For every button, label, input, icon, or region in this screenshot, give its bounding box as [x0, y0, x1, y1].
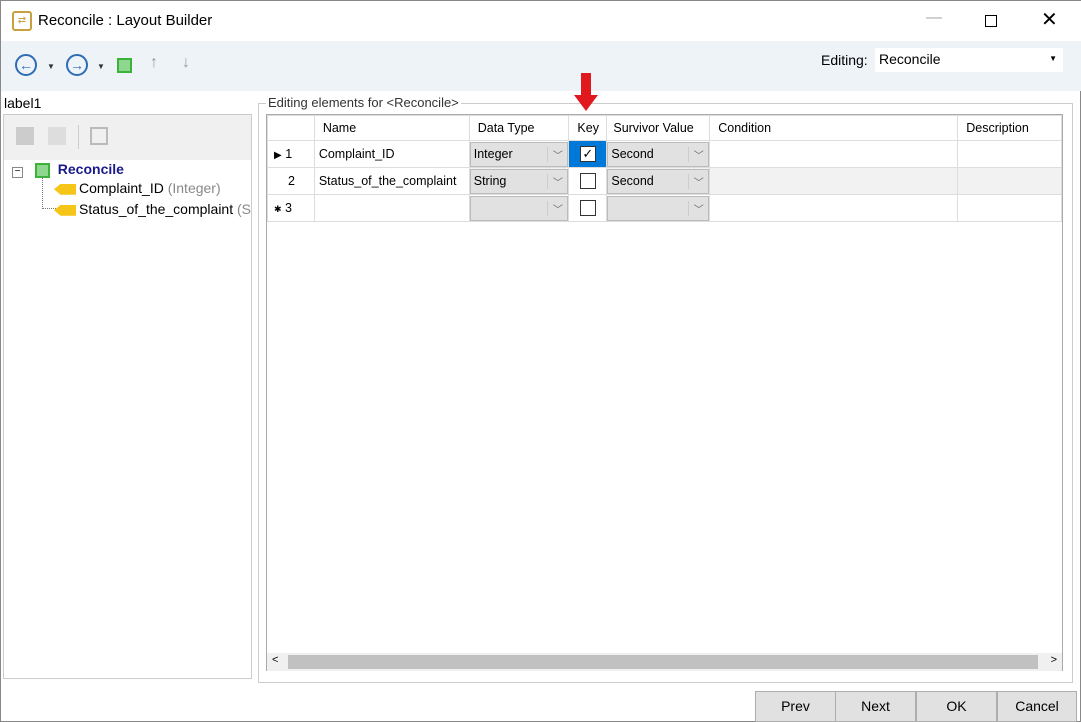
key-cell[interactable]	[568, 167, 608, 195]
col-name[interactable]: Name	[313, 115, 470, 141]
tree-toolbar	[4, 115, 251, 160]
corner-header	[267, 115, 315, 141]
key-checkbox[interactable]	[579, 173, 596, 189]
description-cell[interactable]	[957, 167, 1062, 195]
move-down-icon[interactable]: ↓	[182, 54, 190, 72]
field-icon	[54, 183, 76, 195]
cancel-button[interactable]: Cancel	[997, 691, 1077, 722]
editing-label: Editing:	[821, 52, 868, 68]
chevron-down-icon[interactable]: ﹀	[547, 146, 567, 162]
forward-dropdown-icon[interactable]: ▼	[97, 62, 105, 71]
key-checkbox[interactable]	[579, 200, 596, 216]
description-cell[interactable]	[957, 140, 1062, 168]
tree-item[interactable]: Complaint_ID (Integer)	[54, 180, 221, 196]
table-row[interactable]: ▶ 1 Complaint_ID Integer ﹀ ✓ Second ﹀	[267, 140, 1062, 168]
tree-item-name: Status_of_the_complaint	[79, 201, 234, 217]
data-type-cell[interactable]: Integer ﹀	[468, 140, 570, 168]
row-header[interactable]: 2	[267, 167, 315, 195]
name-cell[interactable]: Status_of_the_complaint	[313, 167, 470, 195]
header-row: Name Data Type Key Survivor Value Condit…	[267, 115, 1062, 141]
condition-cell[interactable]	[709, 167, 959, 195]
reconcile-icon	[34, 162, 50, 178]
key-cell[interactable]	[568, 194, 608, 222]
element-icon[interactable]	[117, 58, 132, 73]
add-child-icon[interactable]	[48, 127, 66, 145]
chevron-down-icon[interactable]: ﹀	[688, 200, 708, 216]
group-title: Editing elements for <Reconcile>	[266, 95, 461, 110]
row-number: 1	[285, 147, 293, 161]
prev-button[interactable]: Prev	[755, 691, 836, 722]
editing-value: Reconcile	[879, 51, 941, 67]
survivor-cell[interactable]: ﹀	[606, 194, 711, 222]
key-cell[interactable]: ✓	[568, 140, 608, 168]
name-cell[interactable]	[313, 194, 470, 222]
left-panel-label: label1	[4, 95, 42, 111]
row-header[interactable]: ▶ 1	[267, 140, 315, 168]
elements-grid: Name Data Type Key Survivor Value Condit…	[266, 114, 1063, 671]
key-checkbox[interactable]: ✓	[579, 146, 596, 162]
name-cell[interactable]: Complaint_ID	[313, 140, 470, 168]
description-cell[interactable]	[957, 194, 1062, 222]
chevron-down-icon[interactable]: ﹀	[688, 173, 708, 189]
survivor-cell[interactable]: Second ﹀	[606, 140, 711, 168]
survivor-value: Second	[611, 147, 654, 161]
condition-cell[interactable]	[709, 194, 959, 222]
new-row-icon: ✱	[274, 204, 282, 214]
condition-cell[interactable]	[709, 140, 959, 168]
col-survivor[interactable]: Survivor Value	[606, 115, 711, 141]
back-icon[interactable]: ←	[15, 54, 37, 76]
data-type-value: Integer	[473, 147, 513, 161]
scroll-right-icon[interactable]: >	[1051, 654, 1057, 666]
editing-select[interactable]: Reconcile ▼	[875, 48, 1063, 72]
col-description[interactable]: Description	[957, 115, 1062, 141]
tree-item-type: (Integer)	[167, 180, 221, 196]
chevron-down-icon[interactable]: ﹀	[547, 200, 567, 216]
col-data-type[interactable]: Data Type	[468, 115, 570, 141]
ok-button[interactable]: OK	[916, 691, 997, 722]
col-condition[interactable]: Condition	[709, 115, 959, 141]
data-type-value: String	[473, 174, 507, 188]
tree-root-label: Reconcile	[57, 161, 124, 177]
tree-item-name: Complaint_ID	[79, 180, 164, 196]
row-number: 3	[285, 201, 292, 215]
scrollbar-thumb[interactable]	[288, 655, 1038, 669]
scroll-left-icon[interactable]: <	[272, 654, 278, 666]
toolbar-divider	[78, 125, 79, 149]
move-up-icon[interactable]: ↑	[150, 54, 158, 72]
collapse-icon[interactable]: −	[12, 167, 23, 178]
add-element-icon[interactable]	[16, 127, 34, 145]
current-row-icon: ▶	[274, 150, 282, 161]
data-type-cell[interactable]: ﹀	[468, 194, 570, 222]
data-type-cell[interactable]: String ﹀	[468, 167, 570, 195]
close-button[interactable]: ✕	[1041, 7, 1058, 32]
table-row[interactable]: 2 Status_of_the_complaint String ﹀ Second…	[267, 167, 1062, 195]
tree-root[interactable]: − Reconcile	[12, 161, 124, 178]
survivor-cell[interactable]: Second ﹀	[606, 167, 711, 195]
window-title: Reconcile : Layout Builder	[38, 12, 213, 29]
tree-item[interactable]: Status_of_the_complaint (S	[54, 201, 251, 217]
remove-element-icon[interactable]	[90, 127, 108, 145]
chevron-down-icon[interactable]: ﹀	[547, 173, 567, 189]
chevron-down-icon[interactable]: ﹀	[688, 146, 708, 162]
row-number: 2	[288, 174, 295, 188]
title-bar: ⇄ Reconcile : Layout Builder — ✕	[1, 1, 1081, 41]
tree-panel: − Reconcile Complaint_ID (Integer) Statu…	[3, 114, 252, 679]
forward-icon[interactable]: →	[66, 54, 88, 76]
tree-item-type: (S	[237, 201, 251, 217]
col-key[interactable]: Key	[568, 115, 608, 141]
app-icon: ⇄	[12, 11, 32, 31]
chevron-down-icon: ▼	[1049, 54, 1057, 63]
next-button[interactable]: Next	[835, 691, 916, 722]
back-dropdown-icon[interactable]: ▼	[47, 62, 55, 71]
red-arrow-annotation	[574, 73, 598, 111]
new-row[interactable]: ✱ 3 ﹀ ﹀	[267, 194, 1062, 222]
maximize-button[interactable]	[985, 15, 997, 27]
survivor-value: Second	[611, 174, 654, 188]
row-header[interactable]: ✱ 3	[267, 194, 315, 222]
field-icon	[54, 204, 76, 216]
minimize-button[interactable]: —	[926, 9, 942, 27]
